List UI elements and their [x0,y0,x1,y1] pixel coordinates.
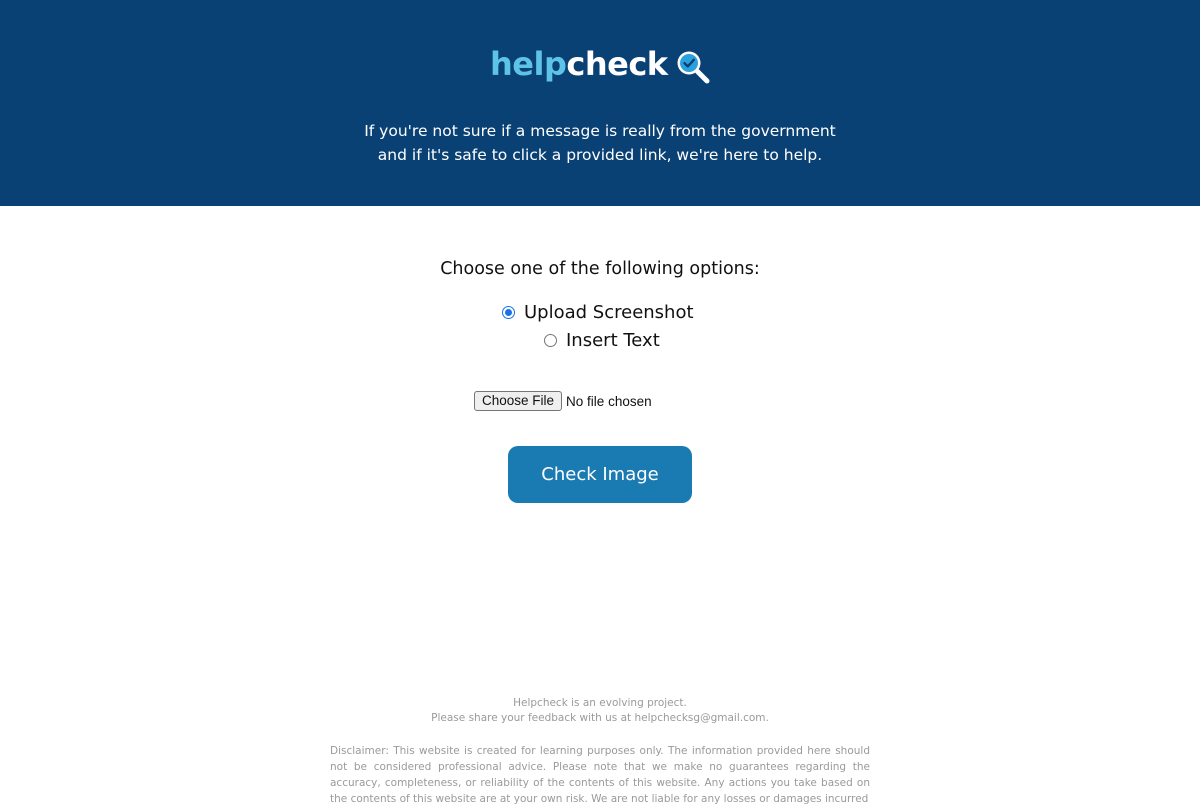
file-status: No file chosen [566,393,652,409]
magnifier-check-icon [677,51,710,84]
tagline: If you're not sure if a message is reall… [300,119,900,167]
option-upload-screenshot[interactable]: Upload Screenshot [502,302,694,323]
header-banner: help check If you're not sure if a messag… [0,0,1200,206]
helpcheck-logo[interactable]: help check [490,44,710,88]
footer: Helpcheck is an evolving project. Please… [330,696,870,807]
footer-disclaimer: Disclaimer: This website is created for … [330,745,870,805]
options-prompt: Choose one of the following options: [440,259,760,279]
logo-text-help: help [490,45,567,83]
option-insert-text[interactable]: Insert Text [544,330,660,351]
choose-file-button[interactable]: Choose File [474,391,563,411]
footer-project-note: Helpcheck is an evolving project. [513,697,687,709]
file-input[interactable]: Choose File No file chosen [474,391,652,411]
check-image-button[interactable]: Check Image [508,446,692,503]
logo-text-check: check [566,45,668,83]
tagline-line-1: If you're not sure if a message is reall… [364,122,836,140]
tagline-line-2: and if it's safe to click a provided lin… [377,146,823,164]
insert-text-radio[interactable] [544,334,557,347]
footer-feedback-note: Please share your feedback with us at he… [431,712,769,724]
upload-screenshot-radio[interactable] [502,306,515,319]
insert-text-label[interactable]: Insert Text [566,330,660,351]
upload-screenshot-label[interactable]: Upload Screenshot [524,302,694,323]
